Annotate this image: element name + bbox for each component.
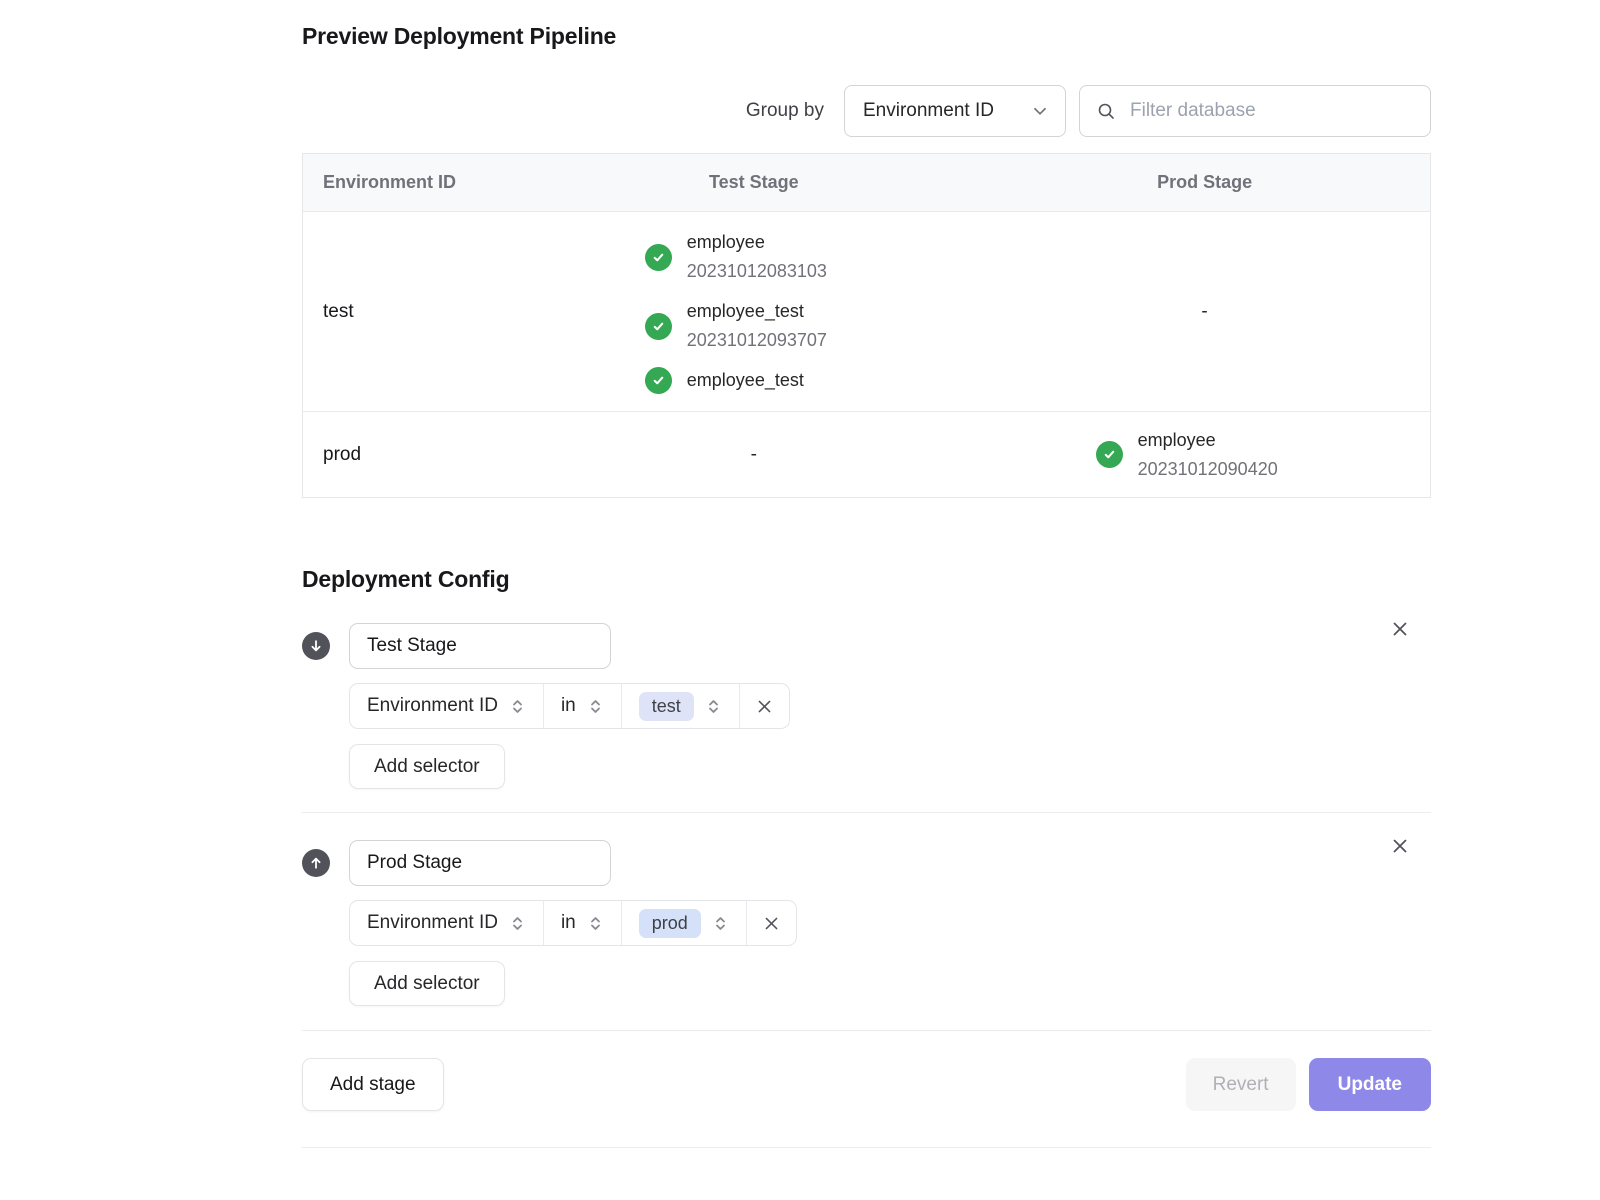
- selector-value-tag: test: [639, 692, 694, 721]
- database-deployment-entry: employee 20231012090420: [1096, 426, 1314, 484]
- database-deployment-entry: employee 20231012083103: [645, 228, 863, 286]
- database-name: employee_test: [687, 297, 827, 326]
- selector-field-select[interactable]: Environment ID: [350, 684, 544, 728]
- database-name: employee: [1138, 426, 1278, 455]
- chevron-down-icon: [1031, 102, 1049, 120]
- label-selector: Environment ID in prod: [349, 900, 797, 946]
- arrow-up-circle-icon: [302, 849, 330, 877]
- add-selector-button[interactable]: Add selector: [349, 744, 505, 789]
- empty-stage-cell: -: [528, 412, 979, 497]
- success-check-icon: [645, 367, 672, 394]
- database-version: 20231012083103: [687, 257, 827, 286]
- add-selector-button[interactable]: Add selector: [349, 961, 505, 1006]
- group-by-label: Group by: [746, 100, 824, 122]
- test-stage-cell: employee 20231012083103 employee_test 20…: [528, 212, 979, 411]
- stage-config-prod: Environment ID in prod: [302, 840, 1431, 1006]
- remove-stage-button[interactable]: [1388, 617, 1412, 641]
- filter-database-input[interactable]: [1128, 99, 1414, 123]
- stage-header: [302, 623, 1431, 669]
- database-name: employee: [687, 228, 827, 257]
- selector-operator-value: in: [561, 912, 576, 934]
- success-check-icon: [645, 244, 672, 271]
- search-icon: [1096, 101, 1116, 121]
- database-deployment-entry: employee_test: [645, 366, 863, 395]
- prod-stage-cell: employee 20231012090420: [979, 412, 1430, 497]
- selector-operator-value: in: [561, 695, 576, 717]
- success-check-icon: [645, 313, 672, 340]
- environment-id-cell: prod: [303, 412, 528, 497]
- pipeline-toolbar: Group by Environment ID: [302, 85, 1431, 137]
- column-header-prod-stage: Prod Stage: [979, 172, 1430, 193]
- revert-button[interactable]: Revert: [1186, 1058, 1296, 1111]
- stage-divider: [302, 812, 1431, 813]
- deployment-config-title: Deployment Config: [302, 565, 1431, 593]
- empty-stage-cell: -: [979, 212, 1430, 411]
- selector-operator-select[interactable]: in: [544, 684, 622, 728]
- group-by-selected-value: Environment ID: [863, 100, 994, 122]
- selector-field-value: Environment ID: [367, 695, 498, 717]
- selector-row: Environment ID in prod: [349, 900, 1431, 946]
- bottom-divider: [302, 1147, 1431, 1148]
- database-version: 20231012090420: [1138, 455, 1278, 484]
- config-footer: Add stage Revert Update: [302, 1058, 1431, 1111]
- table-row: test employee 20231012083103: [303, 211, 1430, 411]
- column-header-test-stage: Test Stage: [528, 172, 979, 193]
- table-row: prod - employee 20231012090420: [303, 411, 1430, 497]
- select-updown-icon: [509, 698, 526, 715]
- select-updown-icon: [705, 698, 722, 715]
- arrow-down-circle-icon: [302, 632, 330, 660]
- success-check-icon: [1096, 441, 1123, 468]
- environment-id-cell: test: [303, 212, 528, 411]
- database-filter-box: [1079, 85, 1431, 137]
- remove-selector-button[interactable]: [740, 684, 789, 728]
- select-updown-icon: [509, 915, 526, 932]
- selector-row: Environment ID in test: [349, 683, 1431, 729]
- selector-value-tag: prod: [639, 909, 701, 938]
- select-updown-icon: [587, 698, 604, 715]
- select-updown-icon: [712, 915, 729, 932]
- selector-field-value: Environment ID: [367, 912, 498, 934]
- database-version: 20231012093707: [687, 326, 827, 355]
- deployment-pipeline-panel: Preview Deployment Pipeline Group by Env…: [302, 0, 1431, 1148]
- label-selector: Environment ID in test: [349, 683, 790, 729]
- remove-selector-button[interactable]: [747, 901, 796, 945]
- remove-stage-button[interactable]: [1388, 834, 1412, 858]
- update-button[interactable]: Update: [1309, 1058, 1431, 1111]
- stage-name-input[interactable]: [349, 623, 611, 669]
- page-title: Preview Deployment Pipeline: [302, 0, 1431, 51]
- stage-header: [302, 840, 1431, 886]
- selector-field-select[interactable]: Environment ID: [350, 901, 544, 945]
- add-stage-button[interactable]: Add stage: [302, 1058, 444, 1111]
- column-header-environment-id: Environment ID: [303, 172, 528, 193]
- pipeline-preview-table: Environment ID Test Stage Prod Stage tes…: [302, 153, 1431, 498]
- table-header-row: Environment ID Test Stage Prod Stage: [303, 154, 1430, 211]
- selector-value-select[interactable]: test: [622, 684, 740, 728]
- select-updown-icon: [587, 915, 604, 932]
- selector-value-select[interactable]: prod: [622, 901, 747, 945]
- stage-name-input[interactable]: [349, 840, 611, 886]
- selector-operator-select[interactable]: in: [544, 901, 622, 945]
- stage-config-test: Environment ID in test: [302, 623, 1431, 789]
- database-deployment-entry: employee_test 20231012093707: [645, 297, 863, 355]
- group-by-select[interactable]: Environment ID: [844, 85, 1066, 137]
- footer-divider: [302, 1030, 1431, 1031]
- database-name: employee_test: [687, 366, 804, 395]
